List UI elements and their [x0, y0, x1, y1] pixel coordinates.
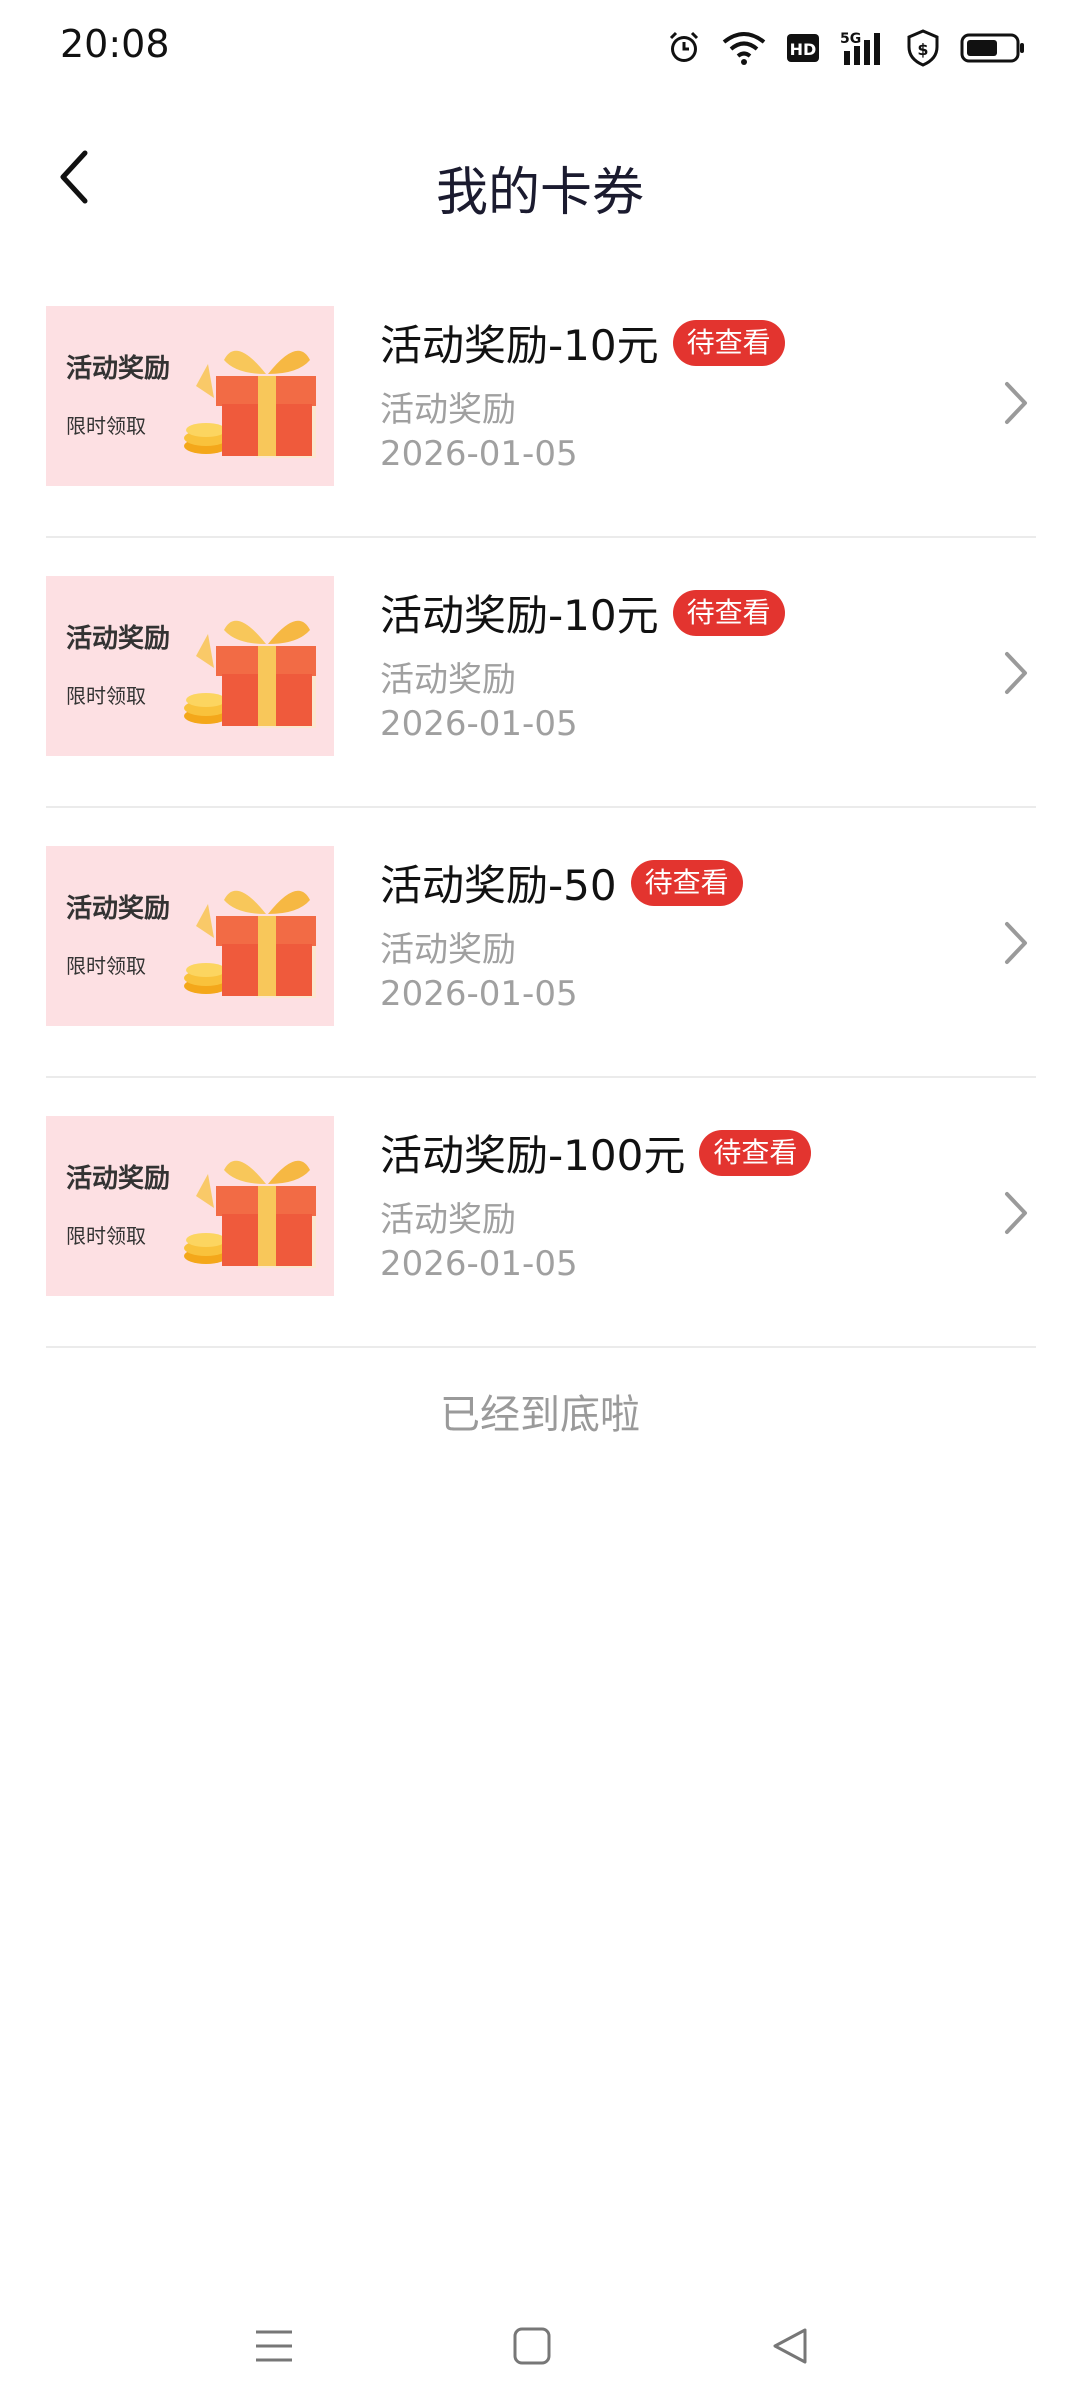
alarm-icon	[666, 30, 702, 66]
coupon-item[interactable]: 活动奖励 限时领取 活动奖励-10元 待查看 活动奖励 2026-01-05	[46, 268, 1036, 538]
thumbnail-subtitle: 限时领取	[66, 1224, 146, 1248]
chevron-right-icon	[996, 378, 1036, 428]
coupon-item[interactable]: 活动奖励 限时领取 活动奖励-50 待查看 活动奖励 2026-01-05	[46, 808, 1036, 1078]
coupon-date: 2026-01-05	[380, 434, 578, 474]
wifi-icon	[722, 30, 766, 66]
menu-button[interactable]	[244, 2316, 304, 2376]
coupon-date: 2026-01-05	[380, 704, 578, 744]
system-nav-bar	[0, 2296, 1080, 2386]
thumbnail-subtitle: 限时领取	[66, 414, 146, 438]
hd-icon: HD	[786, 33, 820, 63]
end-of-list-text: 已经到底啦	[440, 1392, 640, 1438]
gift-box-icon	[184, 890, 316, 998]
coupon-title-row: 活动奖励-10元 待查看	[380, 312, 785, 373]
thumbnail-title: 活动奖励	[66, 1164, 171, 1194]
nav-bar: 我的卡券	[0, 120, 1080, 240]
coupon-thumbnail: 活动奖励 限时领取	[46, 846, 334, 1026]
coupon-title-row: 活动奖励-10元 待查看	[380, 582, 785, 643]
coupon-subtitle: 活动奖励	[380, 660, 516, 700]
thumbnail-title: 活动奖励	[66, 894, 171, 924]
svg-text:5G: 5G	[840, 31, 861, 47]
gift-box-icon	[184, 620, 316, 728]
coupon-title: 活动奖励-10元	[380, 321, 659, 370]
thumbnail-subtitle: 限时领取	[66, 684, 146, 708]
coupon-title: 活动奖励-100元	[380, 1131, 686, 1180]
battery-icon	[960, 32, 1026, 64]
status-bar: 20:08 HD 5G $	[0, 0, 1080, 96]
coupon-date: 2026-01-05	[380, 1244, 578, 1284]
thumbnail-subtitle: 限时领取	[66, 954, 146, 978]
home-button[interactable]	[502, 2316, 562, 2376]
coupon-list: 活动奖励 限时领取 活动奖励-10元 待查看 活动奖励 2026-01-05 活…	[46, 268, 1036, 1348]
coupon-item[interactable]: 活动奖励 限时领取 活动奖励-10元 待查看 活动奖励 2026-01-05	[46, 538, 1036, 808]
status-badge: 待查看	[672, 319, 785, 366]
chevron-right-icon	[996, 1188, 1036, 1238]
shield-dollar-icon: $	[906, 29, 940, 67]
coupon-title: 活动奖励-50	[380, 861, 617, 910]
coupon-thumbnail: 活动奖励 限时领取	[46, 306, 334, 486]
chevron-right-icon	[996, 648, 1036, 698]
menu-icon	[256, 2330, 292, 2362]
coupon-title-row: 活动奖励-50 待查看	[380, 852, 743, 913]
chevron-right-icon	[996, 918, 1036, 968]
status-badge: 待查看	[699, 1129, 812, 1176]
coupon-thumbnail: 活动奖励 限时领取	[46, 576, 334, 756]
coupon-item[interactable]: 活动奖励 限时领取 活动奖励-100元 待查看 活动奖励 2026-01-05	[46, 1078, 1036, 1348]
gift-box-icon	[184, 1160, 316, 1268]
signal-5g-icon: 5G	[840, 29, 886, 67]
gift-box-icon	[184, 350, 316, 458]
back-nav-button[interactable]	[760, 2316, 820, 2376]
status-icons: HD 5G $	[666, 24, 1026, 72]
coupon-subtitle: 活动奖励	[380, 930, 516, 970]
coupon-subtitle: 活动奖励	[380, 390, 516, 430]
status-badge: 待查看	[630, 859, 743, 906]
coupon-subtitle: 活动奖励	[380, 1200, 516, 1240]
svg-text:$: $	[917, 40, 928, 59]
coupon-title: 活动奖励-10元	[380, 591, 659, 640]
status-badge: 待查看	[672, 589, 785, 636]
page-title: 我的卡券	[435, 163, 644, 223]
back-triangle-icon	[773, 2328, 807, 2364]
coupon-title-row: 活动奖励-100元 待查看	[380, 1122, 812, 1183]
coupon-date: 2026-01-05	[380, 974, 578, 1014]
home-square-icon	[513, 2327, 551, 2365]
thumbnail-title: 活动奖励	[66, 624, 171, 654]
svg-text:HD: HD	[790, 40, 817, 59]
status-time: 20:08	[60, 22, 170, 66]
coupon-thumbnail: 活动奖励 限时领取	[46, 1116, 334, 1296]
thumbnail-title: 活动奖励	[66, 354, 171, 384]
